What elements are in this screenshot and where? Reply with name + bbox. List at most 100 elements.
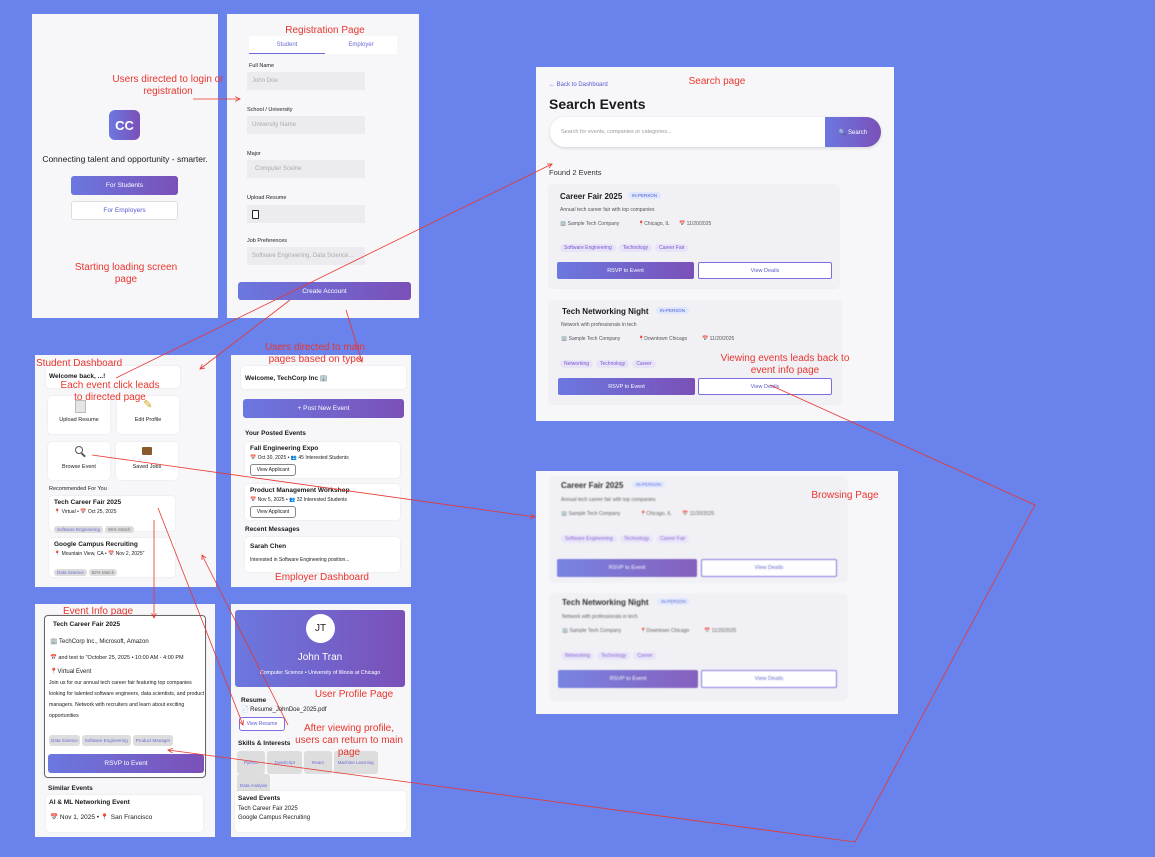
- posted-events-heading: Your Posted Events: [245, 430, 306, 437]
- match-badge: 95% Match: [105, 526, 134, 533]
- event-info-date: 📅 and text to "October 25, 2025 • 10:00 …: [50, 655, 184, 661]
- event-tags: Software Engineering Technology Career Fai…: [560, 236, 691, 254]
- back-link[interactable]: ← Back to Dashboard: [549, 82, 608, 88]
- saved-jobs-label: Saved Jobs: [132, 464, 162, 470]
- note-after-profile: After viewing profile, users can return …: [295, 723, 403, 758]
- event-tag: Career: [632, 360, 656, 368]
- role-tabs: Student Employer: [249, 36, 397, 54]
- event-badge: IN-PERSON: [656, 307, 690, 314]
- note-viewing: Viewing events leads back to event info …: [720, 353, 850, 376]
- search-input[interactable]: Search for events, companies or categori…: [561, 129, 672, 135]
- event-tags: Networking Technology Career: [561, 644, 660, 662]
- event-location: 📍Downtown Chicago: [638, 336, 688, 342]
- note-starting: Starting loading screen page: [74, 262, 178, 285]
- rec-tags: Software Engineering 95% Match: [54, 518, 136, 536]
- saved-event-item[interactable]: Google Campus Recruiting: [238, 815, 310, 821]
- note-user-profile: User Profile Page: [314, 689, 394, 700]
- search-button[interactable]: 🔍 Search: [825, 117, 881, 147]
- view-details-button[interactable]: View Deails: [698, 262, 832, 279]
- full-name-input[interactable]: John Doe: [247, 72, 365, 90]
- event-desc: Network with professionals in tech: [561, 322, 637, 328]
- resume-upload[interactable]: [247, 205, 365, 223]
- preferences-input[interactable]: Software Engineering, Data Science...: [247, 247, 365, 265]
- event-tag: Technology: [597, 652, 631, 660]
- event-info-companies: 🏢 TechCorp Inc., Microsoft, Amazon: [50, 639, 149, 645]
- view-details-button[interactable]: View Deails: [701, 670, 837, 688]
- rec-tag: Software Engineering: [54, 526, 104, 533]
- event-title: Tech Networking Night: [562, 307, 649, 316]
- event-tag: Technology: [618, 244, 653, 252]
- event-desc: Network with professionals in tech: [562, 614, 638, 620]
- recommended-card[interactable]: Tech Career Fair 2025 📍 Virtual • 📅 Oct …: [49, 496, 175, 533]
- rec-tags: Data Science 82% Match: [54, 561, 119, 579]
- event-tag: Technology: [619, 535, 654, 543]
- briefcase-icon: [142, 447, 152, 455]
- event-tag: Career: [633, 652, 657, 660]
- profile-subtitle: Computer Science • University of Illinoi…: [259, 670, 381, 676]
- event-tags: Software Engineering Technology Career Fai…: [561, 527, 692, 545]
- search-title: Search Events: [549, 96, 646, 112]
- rsvp-button[interactable]: RSVP to Event: [558, 378, 695, 395]
- view-details-button[interactable]: View Deails: [701, 559, 837, 577]
- clipboard-icon: [252, 209, 259, 219]
- event-location: 📍Chicago, IL: [640, 511, 672, 517]
- message-card[interactable]: Sarah Chen Interested in Software Engine…: [245, 537, 400, 572]
- event-desc: Annual tech career fair with top compani…: [560, 207, 655, 213]
- note-login: Users directed to login or registration: [112, 74, 224, 97]
- event-location: 📍Downtown Chicago: [640, 628, 690, 634]
- message-preview: Interested in Software Engineering posit…: [250, 557, 350, 563]
- for-employers-button[interactable]: For Employers: [71, 201, 178, 220]
- note-main-pages: Users directed to main pages based on ty…: [264, 342, 366, 365]
- rsvp-button[interactable]: RSVP to Event: [557, 559, 697, 577]
- event-info-title: Tech Career Fair 2025: [53, 621, 121, 628]
- rsvp-button[interactable]: RSVP to Event: [557, 262, 694, 279]
- event-tag: Technology: [596, 360, 630, 368]
- view-details-button[interactable]: View Deails: [698, 378, 832, 395]
- browsing-screen: Career Fair 2025 IN-PERSON Annual tech c…: [536, 471, 898, 714]
- post-event-button[interactable]: + Post New Event: [243, 399, 404, 418]
- rec-meta: 📍 Mountain View, CA • 📅 Nov 2, 2025": [54, 551, 145, 557]
- view-resume-button[interactable]: View Resume: [239, 717, 285, 731]
- view-applicant-button[interactable]: View Applicant: [250, 464, 296, 476]
- event-tag: Software Engineering: [561, 535, 617, 543]
- saved-jobs-tile[interactable]: Saved Jobs: [116, 442, 178, 480]
- note-registration: Registration Page: [285, 25, 365, 36]
- major-input[interactable]: Computer Sceine: [247, 160, 365, 178]
- note-student-dashboard: Student Dashboard: [36, 358, 123, 369]
- employer-dashboard-screen: Welcome, TechCorp Inc 🏢 + Post New Event…: [231, 355, 411, 587]
- recommended-card[interactable]: Google Campus Recruiting 📍 Mountain View…: [49, 538, 175, 577]
- similar-event-card[interactable]: AI & ML Networking Event 📅 Nov 1, 2025 •…: [46, 795, 203, 832]
- school-input[interactable]: University Name: [247, 116, 365, 134]
- event-info-tag: Software Engineering: [81, 735, 131, 746]
- create-account-button[interactable]: Create Account: [238, 282, 411, 300]
- edit-profile-label: Edit Profile: [134, 417, 162, 423]
- search-bar: Search for events, companies or categori…: [550, 117, 881, 147]
- saved-events-heading: Saved Events: [238, 795, 281, 802]
- results-count: Found 2 Events: [549, 168, 602, 177]
- tab-employer[interactable]: Employer: [325, 36, 397, 53]
- event-title: Career Fair 2025: [560, 192, 623, 201]
- event-info-venue: 📍Virtual Event: [50, 669, 92, 675]
- event-info-rsvp-button[interactable]: RSVP to Event: [48, 754, 204, 773]
- for-students-button[interactable]: For Students: [71, 176, 178, 195]
- note-browsing: Browsing Page: [811, 490, 879, 501]
- resume-label: Upload Resume: [247, 195, 287, 201]
- event-info-tags: Data Science Software Engineering Product …: [49, 729, 175, 747]
- view-applicant-button[interactable]: View Applicant: [250, 506, 296, 518]
- rec-title: Google Campus Recruiting: [54, 541, 138, 548]
- rsvp-button[interactable]: RSVP to Event: [558, 670, 698, 688]
- event-company: 🏢 Sample Tech Company: [561, 336, 621, 342]
- skill-tag: Python: [237, 751, 266, 774]
- major-label: Major: [247, 151, 261, 157]
- event-company: 🏢 Sample Tech Company: [561, 511, 621, 517]
- similar-events-heading: Similar Events: [48, 785, 93, 792]
- event-card: Career Fair 2025 IN-PERSON Annual tech c…: [550, 477, 847, 582]
- posted-event-meta: 📅 Oct 30, 2025 • 👥 45 Interested Student…: [250, 455, 349, 461]
- browse-event-tile[interactable]: Browse Event: [48, 442, 110, 480]
- event-badge: IN-PERSON: [632, 481, 666, 488]
- profile-name: John Tran: [297, 652, 343, 663]
- posted-event-card: Product Management Workshop 📅 Nov 5, 202…: [245, 484, 400, 520]
- tab-student[interactable]: Student: [249, 36, 325, 54]
- event-company: 🏢 Sample Tech Company: [560, 221, 620, 227]
- saved-event-item[interactable]: Tech Career Fair 2025: [238, 806, 298, 812]
